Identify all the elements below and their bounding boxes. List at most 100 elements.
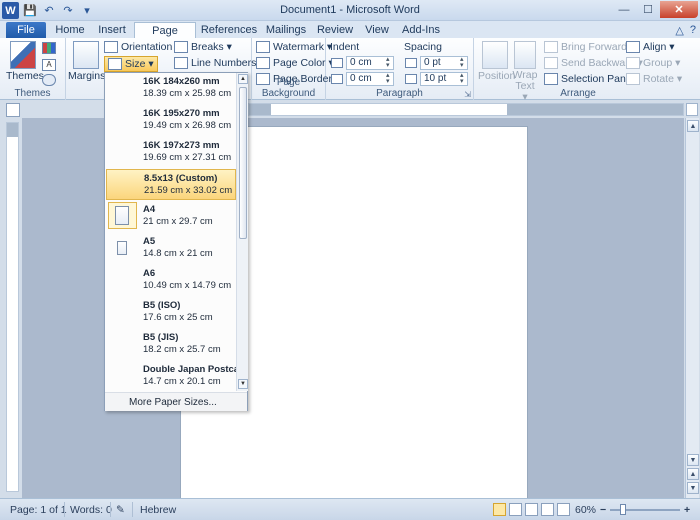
themes-icon — [10, 41, 36, 69]
paper-size-item[interactable]: A5 14.8 cm x 21 cm — [106, 233, 236, 264]
tab-references[interactable]: References — [200, 22, 258, 39]
indent-left-input[interactable]: 0 cm — [346, 56, 394, 70]
a4-page-icon — [115, 206, 129, 225]
proofing-icon[interactable]: ✎ — [116, 504, 125, 516]
ruler-left-margin — [249, 104, 271, 115]
align-button[interactable]: Align ▾ — [626, 41, 675, 53]
tab-review[interactable]: Review — [314, 22, 356, 39]
draft-view-button[interactable] — [557, 503, 570, 516]
scroll-up-arrow[interactable]: ▲ — [687, 120, 699, 132]
paper-size-item[interactable]: 16K 195x270 mm 19.49 cm x 26.98 cm — [106, 105, 236, 136]
watermark-button[interactable]: Watermark ▾ — [256, 41, 332, 53]
window-controls: — ☐ ✕ — [612, 1, 698, 18]
web-layout-view-button[interactable] — [525, 503, 538, 516]
print-layout-view-button[interactable] — [493, 503, 506, 516]
word-count[interactable]: Words: 0 — [70, 504, 112, 516]
theme-effects-icon[interactable] — [42, 74, 56, 89]
spacing-before-input[interactable]: 0 pt — [420, 56, 468, 70]
page-background-group-label: Page Background — [261, 77, 316, 99]
selection-pane-button[interactable]: Selection Pane — [544, 73, 632, 85]
margins-button[interactable]: Margins — [68, 41, 105, 82]
tab-add-ins[interactable]: Add-Ins — [398, 22, 444, 39]
size-menu-scrollbar[interactable]: ▲ ▼ — [236, 73, 248, 391]
horizontal-ruler[interactable] — [248, 103, 684, 116]
paper-size-item[interactable]: 16K 197x273 mm 19.69 cm x 27.31 cm — [106, 137, 236, 168]
vertical-scrollbar[interactable]: ▲ ▼ ▲ ▼ — [685, 118, 699, 498]
paper-size-list: 16K 184x260 mm 18.39 cm x 25.98 cm 16K 1… — [105, 73, 236, 391]
group-button[interactable]: Group ▾ — [626, 57, 680, 69]
size-icon — [108, 58, 122, 70]
page-background-group: Watermark ▾ Page Color ▾ Page Borders Pa… — [252, 38, 337, 100]
minimize-button[interactable]: — — [612, 1, 636, 18]
paragraph-group: Indent Spacing 0 cm 0 cm 0 pt 10 pt Para… — [326, 38, 474, 100]
bring-forward-button[interactable]: Bring Forward ▾ — [544, 41, 635, 53]
size-button[interactable]: Size ▾ — [104, 56, 158, 72]
ribbon-tabs: File Home Insert Page Layout References … — [0, 21, 700, 49]
tab-file[interactable]: File — [6, 22, 46, 39]
line-numbers-button[interactable]: Line Numbers ▾ — [174, 57, 265, 69]
paragraph-dialog-launcher[interactable]: ⇲ — [464, 90, 471, 99]
view-ruler-toggle[interactable] — [686, 103, 698, 116]
size-menu-scroll-thumb[interactable] — [239, 87, 247, 239]
theme-colors-icon[interactable] — [42, 42, 56, 57]
breaks-button[interactable]: Breaks ▾ — [174, 41, 232, 53]
tab-selector[interactable] — [6, 103, 20, 117]
window-title: Document1 - Microsoft Word — [280, 4, 420, 16]
indent-right-input[interactable]: 0 cm — [346, 72, 394, 86]
indent-label: Indent — [330, 41, 360, 53]
rotate-button[interactable]: Rotate ▾ — [626, 73, 682, 85]
rotate-icon — [626, 73, 640, 85]
spacing-before-icon — [405, 58, 417, 68]
theme-fonts-icon[interactable]: A — [42, 58, 56, 71]
paper-size-item[interactable]: 16K 184x260 mm 18.39 cm x 25.98 cm — [106, 73, 236, 104]
previous-page-arrow[interactable]: ▲ — [687, 468, 699, 480]
group-icon — [626, 57, 640, 69]
status-separator — [64, 502, 65, 517]
zoom-out-button[interactable]: − — [600, 504, 606, 516]
page-count[interactable]: Page: 1 of 1 — [10, 504, 67, 516]
paper-size-item[interactable]: B5 (JIS) 18.2 cm x 25.7 cm — [106, 329, 236, 360]
paper-size-item[interactable]: B5 (ISO) 17.6 cm x 25 cm — [106, 297, 236, 328]
zoom-in-button[interactable]: + — [684, 504, 690, 516]
ruler-right-margin — [507, 104, 683, 115]
bring-forward-icon — [544, 41, 558, 53]
paper-size-item-selected[interactable]: A4 21 cm x 29.7 cm — [106, 201, 236, 232]
arrange-group-label: Arrange — [560, 88, 596, 99]
spacing-after-icon — [405, 74, 417, 84]
full-screen-reading-view-button[interactable] — [509, 503, 522, 516]
zoom-level[interactable]: 60% — [575, 504, 596, 516]
scroll-down-arrow[interactable]: ▼ — [687, 454, 699, 466]
maximize-button[interactable]: ☐ — [636, 1, 660, 18]
minimize-ribbon-icon[interactable]: △ — [675, 24, 683, 37]
close-button[interactable]: ✕ — [660, 1, 698, 18]
page-color-button[interactable]: Page Color ▾ — [256, 57, 334, 69]
next-page-arrow[interactable]: ▼ — [687, 482, 699, 494]
help-icon[interactable]: ? — [690, 24, 696, 37]
breaks-icon — [174, 41, 188, 53]
paper-size-item[interactable]: A6 10.49 cm x 14.79 cm — [106, 265, 236, 296]
size-menu-scroll-down[interactable]: ▼ — [238, 379, 248, 389]
themes-button[interactable]: Themes — [6, 41, 44, 82]
zoom-slider-thumb[interactable] — [620, 504, 626, 515]
more-paper-sizes-item[interactable]: More Paper Sizes... — [105, 392, 247, 411]
tab-home[interactable]: Home — [50, 22, 90, 39]
indent-left-icon — [331, 58, 343, 68]
title-bar: W 💾 ↶ ↷ ▾ Document1 - Microsoft Word — ☐… — [0, 0, 700, 21]
position-button[interactable]: Position — [478, 41, 515, 82]
size-menu-scroll-up[interactable]: ▲ — [238, 74, 248, 84]
status-separator — [110, 502, 111, 517]
outline-view-button[interactable] — [541, 503, 554, 516]
status-separator — [132, 502, 133, 517]
paper-size-item[interactable]: Double Japan Postcard 14.7 cm x 20.1 cm — [106, 361, 236, 391]
position-icon — [482, 41, 508, 69]
tab-mailings[interactable]: Mailings — [262, 22, 310, 39]
tab-insert[interactable]: Insert — [92, 22, 132, 39]
watermark-icon — [256, 41, 270, 53]
spacing-after-input[interactable]: 10 pt — [420, 72, 468, 86]
language-indicator[interactable]: Hebrew — [140, 504, 176, 516]
paper-size-item-highlighted[interactable]: 8.5x13 (Custom) 21.59 cm x 33.02 cm — [106, 169, 236, 200]
orientation-button[interactable]: Orientation ▾ — [104, 41, 181, 53]
paragraph-group-label: Paragraph — [376, 88, 423, 99]
tab-view[interactable]: View — [360, 22, 394, 39]
vertical-ruler[interactable] — [6, 122, 19, 492]
